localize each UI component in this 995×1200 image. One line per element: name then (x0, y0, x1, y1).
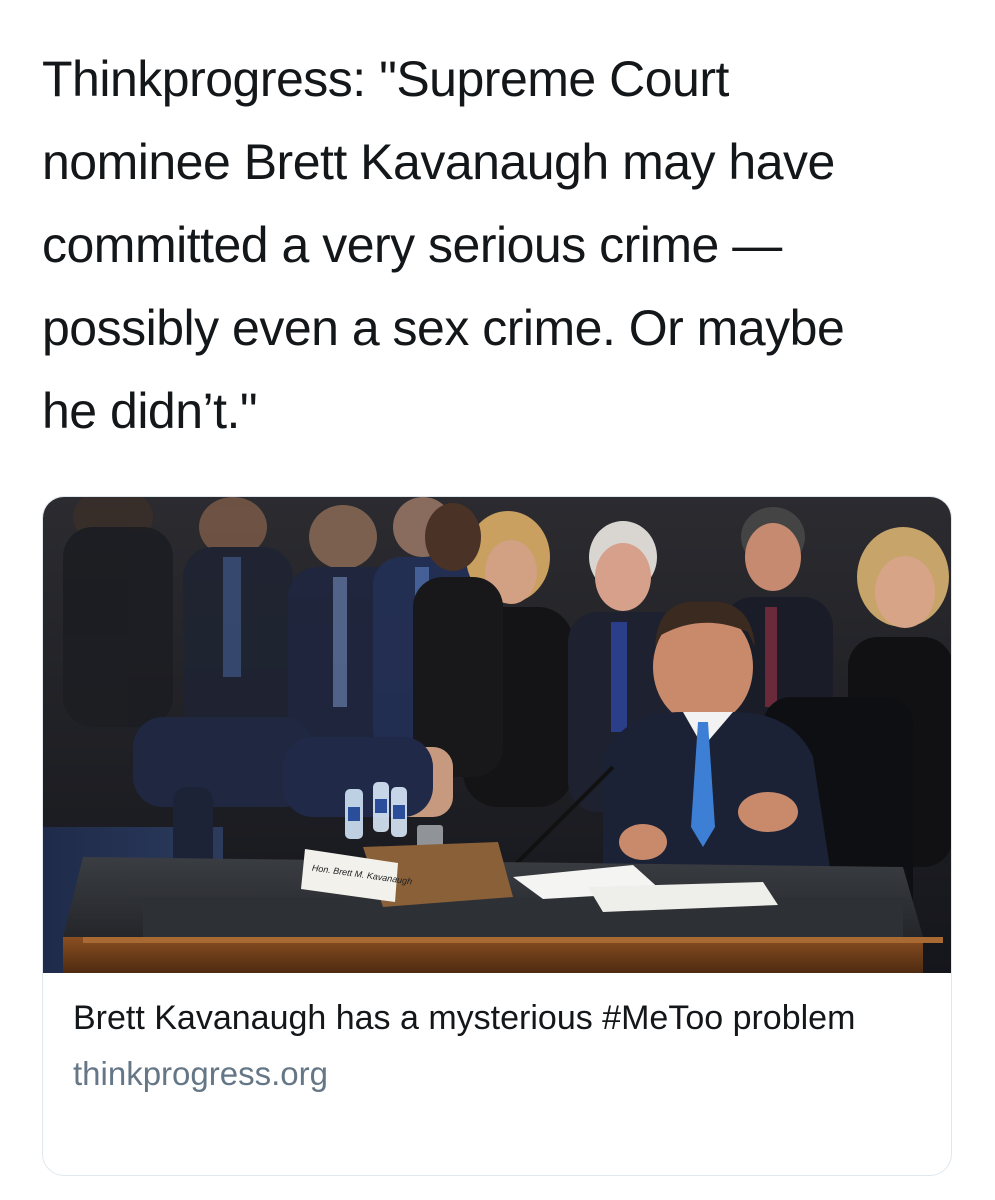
tweet-text-line: he didn’t." (42, 383, 258, 439)
tweet-text-line: Thinkprogress: "Supreme Court (42, 51, 729, 107)
tweet-text-line: nominee Brett Kavanaugh may have (42, 134, 835, 190)
tweet-text-line: possibly even a sex crime. Or maybe (42, 300, 845, 356)
card-domain: thinkprogress.org (73, 1055, 328, 1092)
article-thumbnail-image[interactable]: Hon. Brett M. Kavanaugh (43, 497, 952, 973)
tweet-text-line: committed a very serious crime — (42, 217, 782, 273)
card-title[interactable]: Brett Kavanaugh has a mysterious #MeToo … (73, 997, 913, 1040)
tweet-text: Thinkprogress: "Supreme Court nominee Br… (42, 38, 942, 453)
link-preview-card[interactable]: Hon. Brett M. Kavanaugh Brett Kavanaugh … (42, 496, 952, 1176)
card-body: Brett Kavanaugh has a mysterious #MeToo … (73, 997, 913, 1094)
